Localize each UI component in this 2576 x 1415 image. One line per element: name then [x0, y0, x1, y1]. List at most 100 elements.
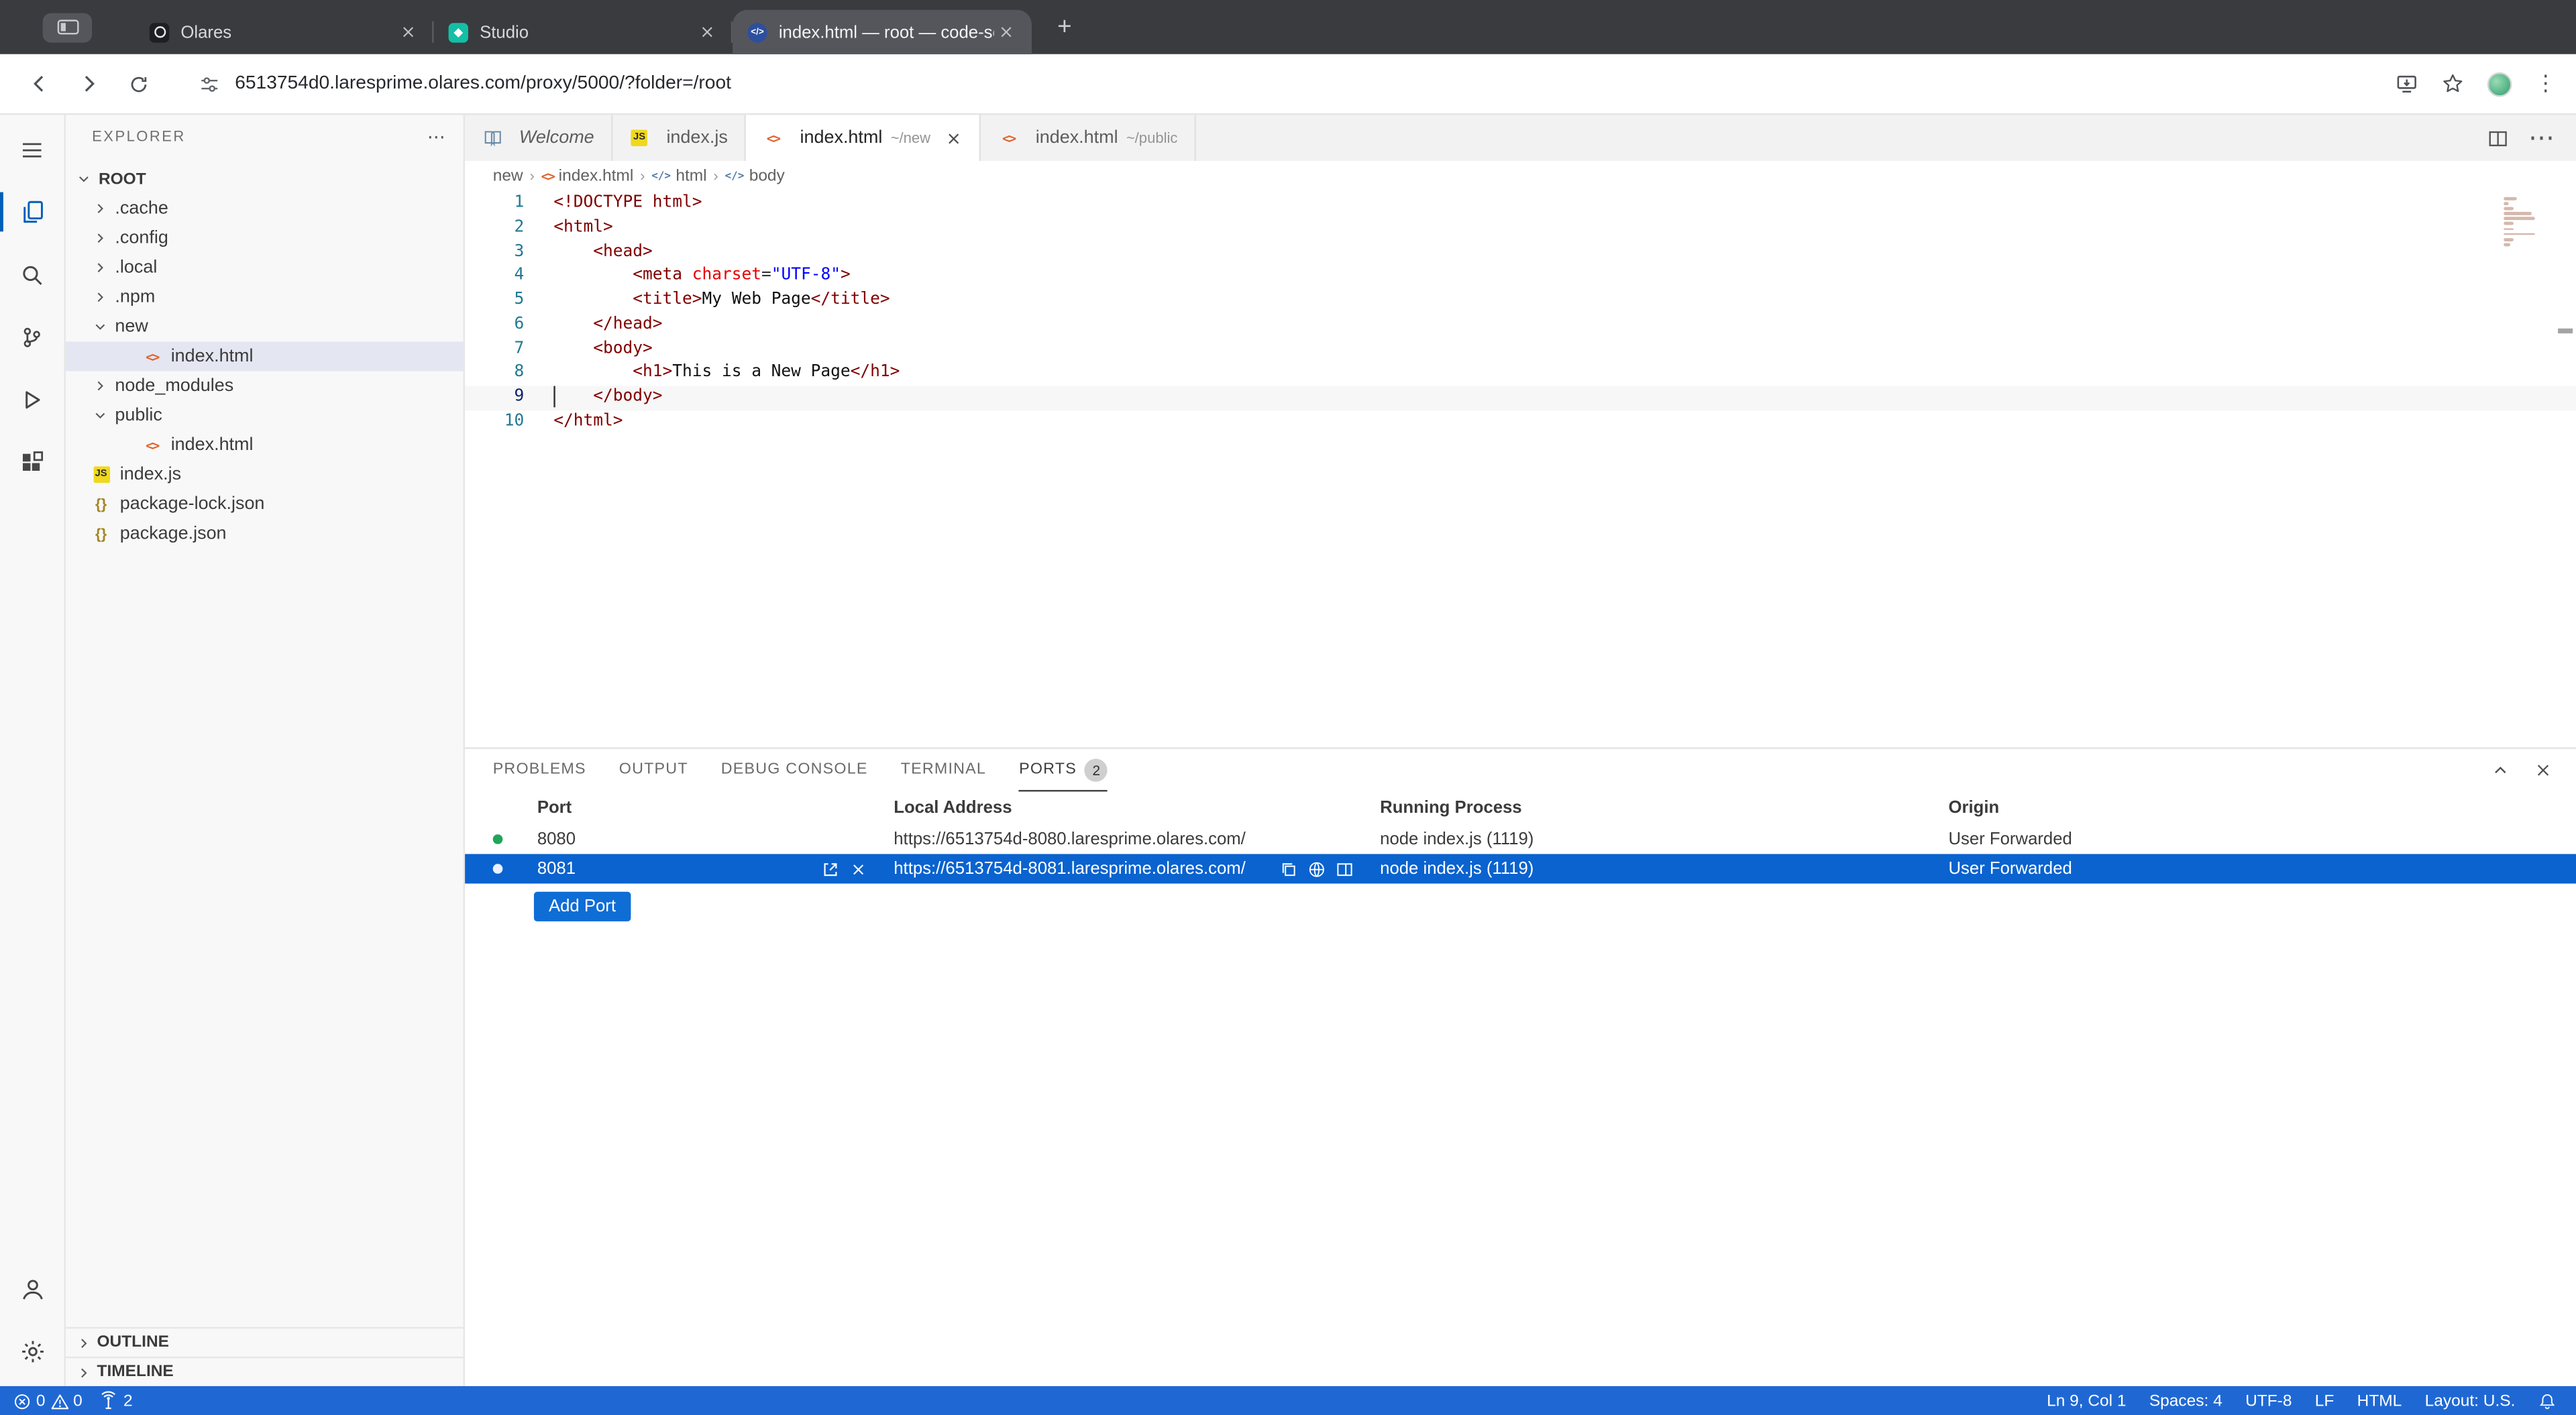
notifications-bell-icon[interactable] [2538, 1392, 2557, 1410]
panel-tab-problems[interactable]: PROBLEMS [493, 749, 586, 792]
search-icon[interactable] [0, 243, 64, 305]
code-line-1[interactable]: 1<!DOCTYPE html> [465, 192, 2576, 217]
port-row-8081[interactable]: 8081https://6513754d-8081.laresprime.ola… [465, 854, 2576, 883]
breadcrumb-item-new[interactable]: new [493, 167, 523, 185]
tree-root-folder[interactable]: ROOT [66, 164, 464, 194]
port-row-8080[interactable]: 8080https://6513754d-8080.laresprime.ola… [465, 824, 2576, 854]
tree-item-local[interactable]: .local [66, 253, 464, 282]
browser-tabs: OlaresStudioindex.html — root — code-se [135, 0, 1032, 54]
chevron-right-icon: › [527, 168, 538, 184]
tab-close-icon[interactable] [695, 21, 718, 44]
code-line-5[interactable]: 5 <title>My Web Page</title> [465, 289, 2576, 313]
tree-item-index-js[interactable]: JSindex.js [66, 460, 464, 490]
tree-item-index-html[interactable]: <>index.html [66, 341, 464, 371]
code-line-9[interactable]: 9 </body> [465, 386, 2576, 410]
source-control-icon[interactable] [0, 306, 64, 368]
add-port-button[interactable]: Add Port [534, 892, 631, 921]
tree-item-public[interactable]: public [66, 401, 464, 431]
panel-tab-ports[interactable]: PORTS2 [1019, 749, 1108, 792]
open-in-browser-icon[interactable] [1307, 860, 1326, 878]
explorer-more-actions-icon[interactable]: ⋯ [427, 125, 447, 147]
copy-local-address-icon[interactable] [1280, 860, 1298, 878]
eol-status[interactable]: LF [2315, 1392, 2334, 1410]
code-text: <html> [553, 217, 612, 241]
tree-item-node-modules[interactable]: node_modules [66, 371, 464, 400]
tree-item-cache[interactable]: .cache [66, 194, 464, 223]
tree-item-label: .config [115, 228, 168, 247]
panel-tab-output[interactable]: OUTPUT [619, 749, 688, 792]
problems-status[interactable]: 0 0 [13, 1392, 83, 1410]
forwarded-ports-status[interactable]: 2 [99, 1391, 132, 1410]
open-port-icon[interactable] [821, 860, 839, 878]
outline-section[interactable]: OUTLINE [66, 1327, 464, 1357]
profile-avatar[interactable] [2487, 72, 2512, 97]
url-text[interactable]: 6513754d0.laresprime.olares.com/proxy/50… [235, 74, 2395, 93]
tree-item-config[interactable]: .config [66, 223, 464, 253]
editor-tab-index-html-public[interactable]: <>index.html~/public [981, 115, 1195, 161]
explorer-icon[interactable] [0, 180, 64, 243]
code-line-4[interactable]: 4 <meta charset="UTF-8"> [465, 265, 2576, 289]
timeline-section[interactable]: TIMELINE [66, 1357, 464, 1386]
tree-item-package-json[interactable]: {}package.json [66, 519, 464, 549]
panel-tab-debug-console[interactable]: DEBUG CONSOLE [721, 749, 868, 792]
tab-close-icon[interactable] [945, 129, 963, 147]
cursor-position-status[interactable]: Ln 9, Col 1 [2047, 1392, 2126, 1410]
tab-close-icon[interactable] [994, 21, 1017, 44]
window-icon[interactable] [43, 12, 92, 42]
js-file-icon: JS [91, 467, 112, 483]
extensions-icon[interactable] [0, 431, 64, 493]
browser-tab-olares[interactable]: Olares [135, 10, 434, 54]
bookmark-star-icon[interactable] [2441, 72, 2464, 95]
browser-tab-index-html[interactable]: index.html — root — code-se [733, 10, 1032, 54]
code-line-6[interactable]: 6 </head> [465, 313, 2576, 337]
errors-icon [13, 1392, 32, 1410]
editor-more-actions-icon[interactable]: ⋯ [2528, 121, 2555, 154]
install-app-icon[interactable] [2396, 72, 2418, 95]
close-panel-icon[interactable] [2533, 760, 2553, 780]
editor-tab-index-js[interactable]: JSindex.js [612, 115, 746, 161]
preview-in-editor-icon[interactable] [1336, 860, 1354, 878]
site-settings-icon[interactable] [191, 66, 227, 102]
breadcrumb-item-html[interactable]: </>html [651, 167, 706, 185]
keyboard-layout-status[interactable]: Layout: U.S. [2425, 1392, 2516, 1410]
editor-tab-detail: ~/public [1126, 129, 1178, 146]
menu-icon[interactable] [0, 118, 64, 180]
settings-gear-icon[interactable] [0, 1320, 64, 1383]
forward-button[interactable] [69, 64, 109, 104]
breadcrumb-item-index-html[interactable]: <>index.html [541, 167, 634, 185]
tab-close-icon[interactable] [396, 21, 419, 44]
encoding-status[interactable]: UTF-8 [2245, 1392, 2292, 1410]
code-line-2[interactable]: 2<html> [465, 217, 2576, 241]
breadcrumb-item-body[interactable]: </>body [725, 167, 785, 185]
tree-item-npm[interactable]: .npm [66, 282, 464, 312]
json-file-icon: {} [91, 526, 112, 542]
back-button[interactable] [19, 64, 59, 104]
browser-tab-studio[interactable]: Studio [434, 10, 733, 54]
errors-count: 0 [36, 1392, 46, 1410]
code-line-3[interactable]: 3 <head> [465, 241, 2576, 265]
maximize-panel-icon[interactable] [2491, 760, 2510, 780]
editor-tab-index-html-new[interactable]: <>index.html~/new [746, 115, 981, 161]
minimap[interactable] [2504, 197, 2553, 246]
code-line-10[interactable]: 10</html> [465, 410, 2576, 435]
line-number: 5 [465, 289, 524, 313]
stop-forwarding-icon[interactable] [849, 860, 867, 878]
reload-button[interactable] [118, 64, 158, 104]
editor-tab-welcome[interactable]: Welcome [465, 115, 612, 161]
tree-item-new[interactable]: new [66, 312, 464, 341]
run-debug-icon[interactable] [0, 368, 64, 431]
indentation-status[interactable]: Spaces: 4 [2149, 1392, 2222, 1410]
tree-item-package-lock-json[interactable]: {}package-lock.json [66, 490, 464, 519]
panel-tab-terminal[interactable]: TERMINAL [901, 749, 986, 792]
account-icon[interactable] [0, 1258, 64, 1320]
code-text: <h1>This is a New Page</h1> [553, 361, 900, 386]
browser-menu-icon[interactable]: ⋮ [2535, 70, 2557, 97]
code-line-8[interactable]: 8 <h1>This is a New Page</h1> [465, 361, 2576, 386]
code-editor[interactable]: 1<!DOCTYPE html>2<html>3 <head>4 <meta c… [465, 190, 2576, 747]
language-mode-status[interactable]: HTML [2357, 1392, 2402, 1410]
code-line-7[interactable]: 7 <body> [465, 337, 2576, 361]
tree-item-index-html[interactable]: <>index.html [66, 431, 464, 460]
code-text: <!DOCTYPE html> [553, 192, 702, 217]
split-editor-icon[interactable] [2487, 127, 2509, 149]
new-tab-button[interactable]: + [1045, 7, 1085, 47]
